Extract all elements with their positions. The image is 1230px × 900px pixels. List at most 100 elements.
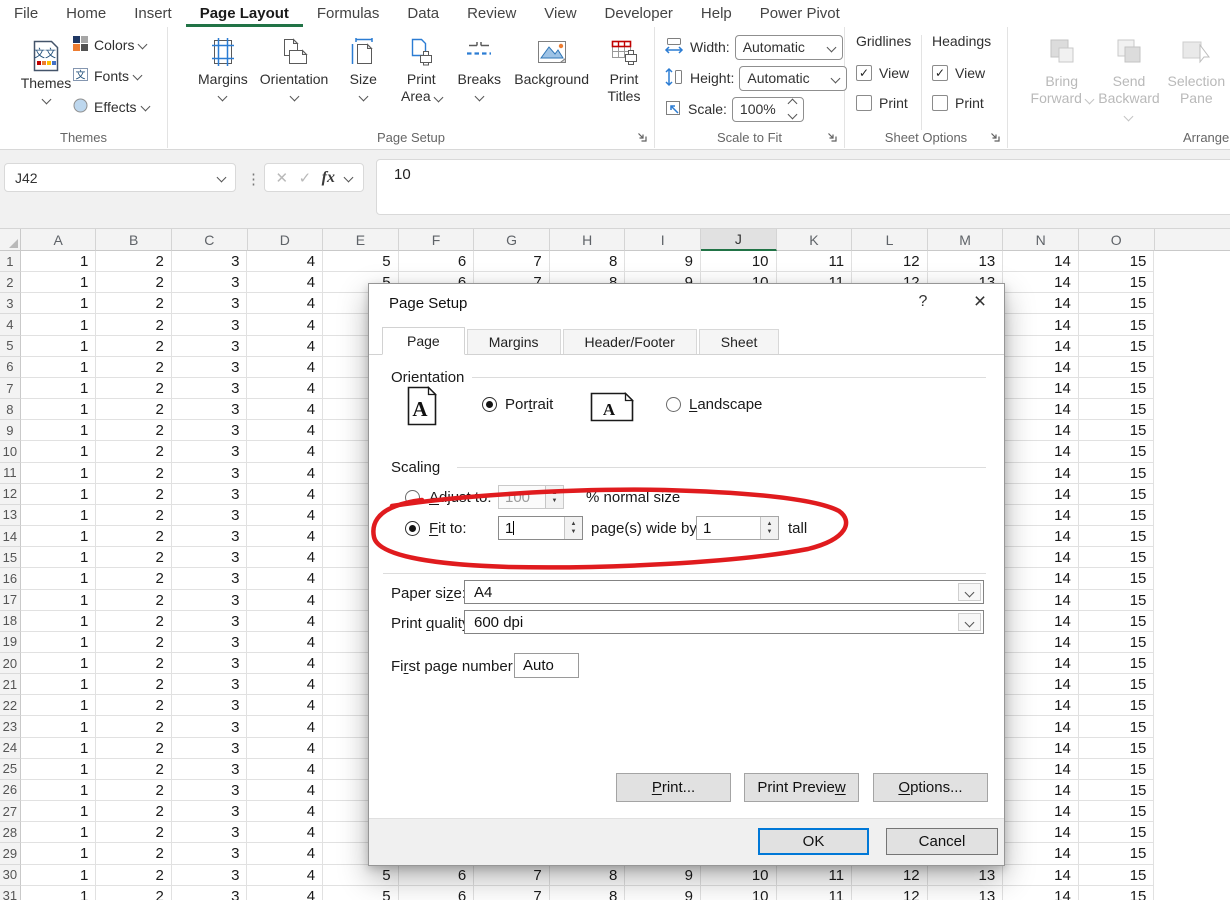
cell[interactable]: 14 bbox=[1003, 484, 1079, 505]
cell[interactable]: 4 bbox=[247, 420, 323, 441]
cell[interactable]: 15 bbox=[1079, 738, 1155, 759]
cell[interactable]: 14 bbox=[1003, 632, 1079, 653]
row-header-7[interactable]: 7 bbox=[0, 378, 21, 399]
cell[interactable]: 1 bbox=[21, 611, 97, 632]
cell[interactable]: 4 bbox=[247, 674, 323, 695]
cell[interactable]: 6 bbox=[399, 865, 475, 886]
cell[interactable]: 15 bbox=[1079, 336, 1155, 357]
gridlines-view-checkbox[interactable] bbox=[856, 65, 872, 81]
cell[interactable]: 4 bbox=[247, 716, 323, 737]
gridlines-print-checkbox-row[interactable]: Print bbox=[856, 88, 911, 118]
effects-button[interactable]: Effects bbox=[72, 91, 149, 122]
cell[interactable]: 14 bbox=[1003, 463, 1079, 484]
cell[interactable]: 3 bbox=[172, 378, 248, 399]
cell[interactable]: 12 bbox=[852, 886, 928, 900]
cell[interactable]: 1 bbox=[21, 738, 97, 759]
cell[interactable]: 3 bbox=[172, 505, 248, 526]
cell[interactable]: 8 bbox=[550, 251, 626, 272]
menu-tab-power-pivot[interactable]: Power Pivot bbox=[746, 0, 854, 27]
dropdown-button[interactable] bbox=[958, 583, 981, 601]
cell[interactable]: 14 bbox=[1003, 590, 1079, 611]
cell[interactable]: 1 bbox=[21, 568, 97, 589]
cell[interactable]: 14 bbox=[1003, 293, 1079, 314]
cell[interactable]: 3 bbox=[172, 759, 248, 780]
cell[interactable]: 15 bbox=[1079, 843, 1155, 864]
cell[interactable]: 3 bbox=[172, 251, 248, 272]
cell[interactable]: 14 bbox=[1003, 886, 1079, 900]
cell[interactable]: 2 bbox=[96, 568, 172, 589]
formula-input[interactable]: 10 bbox=[376, 159, 1230, 215]
themes-button[interactable]: 文文 Themes bbox=[12, 31, 80, 103]
cell[interactable]: 4 bbox=[247, 611, 323, 632]
row-header-23[interactable]: 23 bbox=[0, 716, 21, 737]
adjust-to-radio[interactable] bbox=[405, 490, 420, 505]
name-box[interactable]: J42 bbox=[4, 163, 236, 192]
column-header-F[interactable]: F bbox=[399, 229, 475, 251]
column-header-L[interactable]: L bbox=[852, 229, 928, 251]
spinner-down-icon[interactable]: ▼ bbox=[571, 529, 577, 535]
cell[interactable]: 14 bbox=[1003, 357, 1079, 378]
cell[interactable]: 3 bbox=[172, 399, 248, 420]
cancel-button[interactable]: Cancel bbox=[886, 828, 998, 855]
cell[interactable]: 2 bbox=[96, 378, 172, 399]
column-header-G[interactable]: G bbox=[474, 229, 550, 251]
row-header-5[interactable]: 5 bbox=[0, 336, 21, 357]
cell[interactable]: 15 bbox=[1079, 780, 1155, 801]
cell[interactable]: 15 bbox=[1079, 674, 1155, 695]
row-header-27[interactable]: 27 bbox=[0, 801, 21, 822]
cell[interactable]: 4 bbox=[247, 695, 323, 716]
row-header-16[interactable]: 16 bbox=[0, 568, 21, 589]
row-header-19[interactable]: 19 bbox=[0, 632, 21, 653]
fit-to-label[interactable]: Fit to: bbox=[429, 520, 467, 537]
cell[interactable]: 4 bbox=[247, 357, 323, 378]
cell[interactable]: 2 bbox=[96, 843, 172, 864]
size-button[interactable]: Size bbox=[334, 27, 392, 100]
cell[interactable]: 15 bbox=[1079, 632, 1155, 653]
cell[interactable]: 14 bbox=[1003, 378, 1079, 399]
cell[interactable]: 2 bbox=[96, 526, 172, 547]
cell[interactable]: 1 bbox=[21, 463, 97, 484]
cell[interactable]: 3 bbox=[172, 590, 248, 611]
cell[interactable]: 2 bbox=[96, 357, 172, 378]
cell[interactable]: 15 bbox=[1079, 272, 1155, 293]
cell[interactable]: 14 bbox=[1003, 822, 1079, 843]
cell[interactable]: 14 bbox=[1003, 441, 1079, 462]
cell[interactable]: 7 bbox=[474, 886, 550, 900]
gridlines-view-checkbox-row[interactable]: View bbox=[856, 58, 911, 88]
cell[interactable]: 6 bbox=[399, 251, 475, 272]
column-header-C[interactable]: C bbox=[172, 229, 248, 251]
cell[interactable]: 4 bbox=[247, 378, 323, 399]
cell[interactable]: 4 bbox=[247, 590, 323, 611]
cell[interactable]: 3 bbox=[172, 801, 248, 822]
spinner-down-icon[interactable]: ▼ bbox=[552, 498, 558, 504]
cell[interactable]: 1 bbox=[21, 632, 97, 653]
cell[interactable]: 4 bbox=[247, 568, 323, 589]
cell[interactable]: 14 bbox=[1003, 505, 1079, 526]
column-header-K[interactable]: K bbox=[777, 229, 853, 251]
cell[interactable]: 12 bbox=[852, 251, 928, 272]
cell[interactable]: 1 bbox=[21, 484, 97, 505]
cell[interactable]: 2 bbox=[96, 716, 172, 737]
dialog-title-bar[interactable]: Page Setup ? × bbox=[369, 284, 1004, 324]
cell[interactable]: 4 bbox=[247, 547, 323, 568]
spinner-up-icon[interactable] bbox=[787, 99, 797, 109]
cell[interactable]: 4 bbox=[247, 441, 323, 462]
column-header-O[interactable]: O bbox=[1079, 229, 1155, 251]
adjust-to-label[interactable]: Adjust to: bbox=[429, 489, 492, 506]
cell[interactable]: 14 bbox=[1003, 399, 1079, 420]
cell[interactable]: 3 bbox=[172, 822, 248, 843]
headings-view-checkbox-row[interactable]: View bbox=[932, 58, 991, 88]
cell[interactable]: 2 bbox=[96, 632, 172, 653]
cell[interactable]: 2 bbox=[96, 314, 172, 335]
cell[interactable]: 5 bbox=[323, 251, 399, 272]
tab-sheet[interactable]: Sheet bbox=[699, 329, 780, 354]
menu-tab-data[interactable]: Data bbox=[393, 0, 453, 27]
cell[interactable]: 1 bbox=[21, 780, 97, 801]
spinner-up-icon[interactable]: ▲ bbox=[552, 490, 558, 496]
row-header-29[interactable]: 29 bbox=[0, 843, 21, 864]
cell[interactable]: 4 bbox=[247, 526, 323, 547]
row-header-31[interactable]: 31 bbox=[0, 886, 21, 900]
cell[interactable]: 14 bbox=[1003, 738, 1079, 759]
cell[interactable]: 14 bbox=[1003, 611, 1079, 632]
cell[interactable]: 4 bbox=[247, 314, 323, 335]
